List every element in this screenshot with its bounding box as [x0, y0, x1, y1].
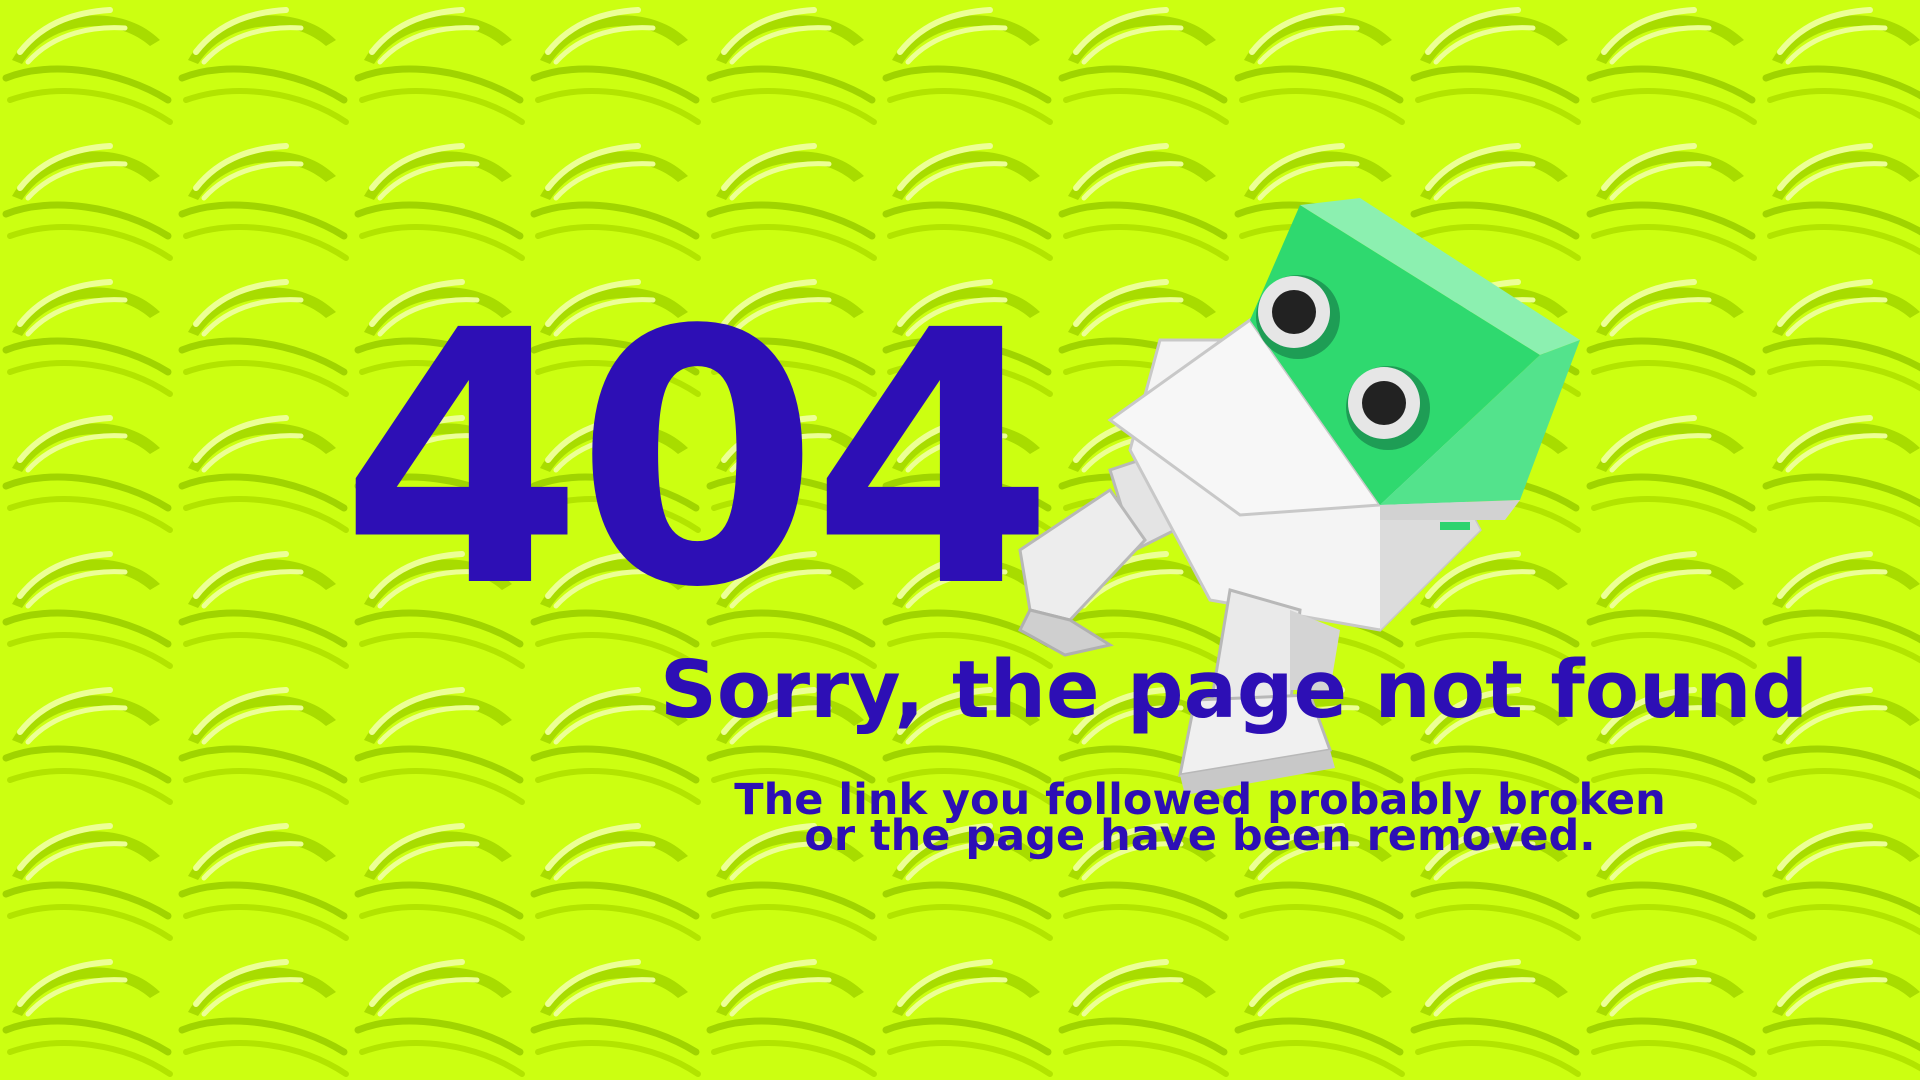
error-description-line-2: or the page have been removed.	[804, 811, 1596, 861]
robot-eye-left-icon	[1256, 275, 1340, 359]
error-page: 404 Sorry, the page not found The link y…	[0, 0, 1920, 1080]
robot-eye-right-icon	[1346, 366, 1430, 450]
error-title: Sorry, the page not found	[660, 644, 1809, 736]
error-description: The link you followed probably broken or…	[660, 779, 1740, 861]
